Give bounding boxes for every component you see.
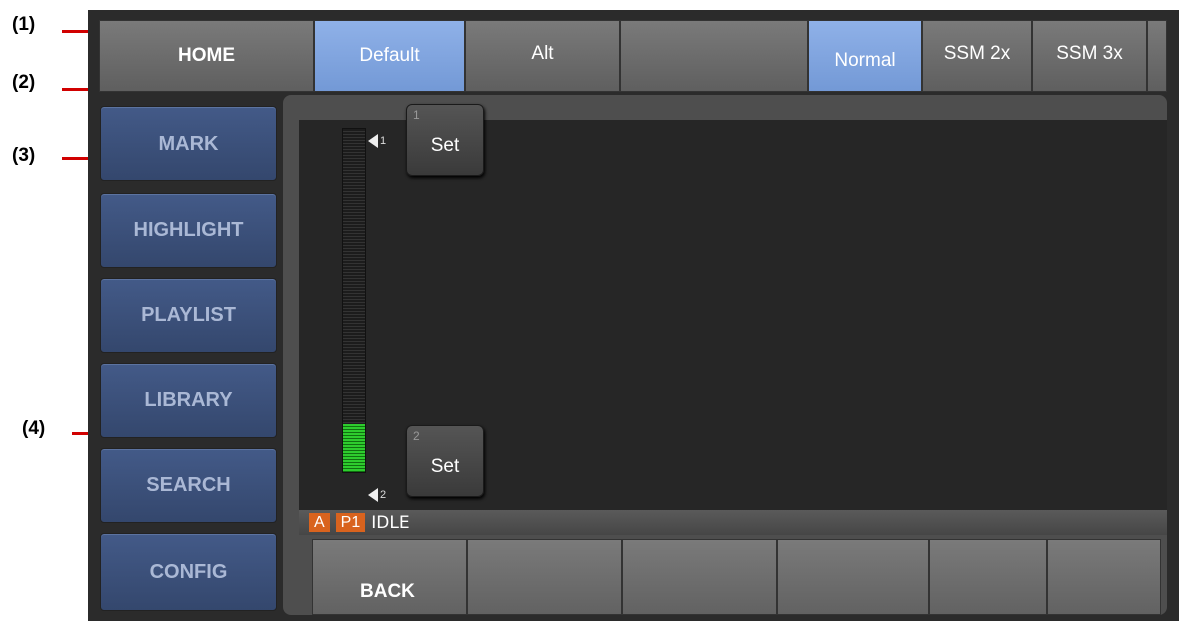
marker-2-label: 2 (380, 489, 387, 501)
marker-1-label: 1 (380, 135, 387, 147)
set-button-2-label: Set (430, 456, 460, 477)
sidebar-item-library[interactable]: LIBRARY (100, 363, 277, 438)
bottom-button-2[interactable] (467, 539, 622, 615)
speed-ssm2x[interactable]: SSM 2x (922, 20, 1032, 92)
bottom-button-4[interactable] (777, 539, 929, 615)
tab-default[interactable]: Default (314, 20, 465, 92)
speed-ssm3x[interactable]: SSM 3x (1032, 20, 1147, 92)
bottom-button-6[interactable] (1047, 539, 1161, 615)
position-meter[interactable] (342, 128, 366, 473)
home-button[interactable]: HOME (99, 20, 314, 92)
sidebar-item-playlist[interactable]: PLAYLIST (100, 278, 277, 353)
callout-2: (2) (12, 72, 36, 93)
tab-empty[interactable] (620, 20, 808, 92)
set-button-1[interactable]: 1 Set (406, 104, 484, 176)
set-button-1-number: 1 (413, 108, 420, 122)
tab-alt[interactable]: Alt (465, 20, 620, 92)
set-button-2[interactable]: 2 Set (406, 425, 484, 497)
callout-1: (1) (12, 14, 36, 35)
sidebar-item-highlight[interactable]: HIGHLIGHT (100, 193, 277, 268)
meter-fill (343, 423, 365, 472)
speed-normal[interactable]: Normal (808, 20, 922, 92)
set-button-1-label: Set (430, 135, 460, 156)
sidebar-item-mark[interactable]: MARK (100, 106, 277, 181)
player-badge: P1 (335, 513, 366, 532)
status-bar: A P1 IDLE (299, 510, 1167, 535)
mark-out-arrow-icon (368, 488, 378, 502)
marker-2: 2 (368, 488, 386, 502)
marker-1: 1 (368, 134, 386, 148)
callout-4: (4) (22, 418, 46, 439)
set-button-2-number: 2 (413, 429, 420, 443)
sidebar-item-config[interactable]: CONFIG (100, 533, 277, 611)
sidebar-item-search[interactable]: SEARCH (100, 448, 277, 523)
mark-in-arrow-icon (368, 134, 378, 148)
back-button-label: BACK (360, 581, 415, 602)
tab-edge (1147, 20, 1167, 92)
bottom-button-5[interactable] (929, 539, 1047, 615)
channel-badge: A (309, 513, 330, 532)
callout-3: (3) (12, 145, 36, 166)
back-button[interactable]: BACK (312, 539, 467, 615)
status-text: IDLE (371, 512, 410, 533)
bottom-button-3[interactable] (622, 539, 777, 615)
